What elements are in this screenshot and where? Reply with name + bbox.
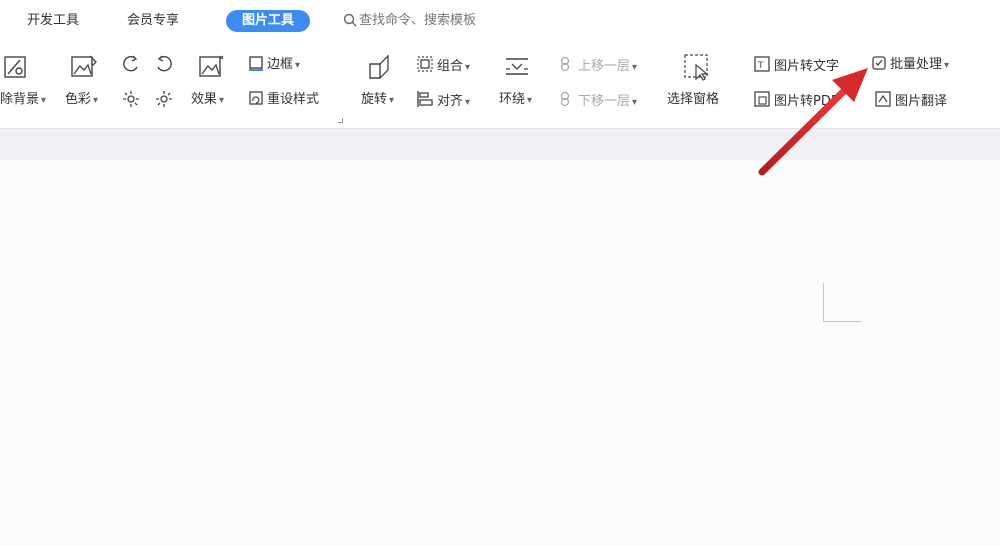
chevron-down-icon: ▾ [219, 95, 225, 106]
chevron-down-icon: ▾ [295, 60, 301, 71]
reset-style-button[interactable]: 重设样式 [248, 90, 319, 110]
send-backward-button[interactable]: 下移一层 ▾ [557, 90, 637, 110]
group-expand-marker[interactable] [338, 118, 343, 123]
red-arrow-annotation [758, 68, 868, 176]
send-backward-label: 下移一层 [578, 94, 631, 109]
tab-bar: 开发工具 会员专享 图片工具 查找命令、搜索模板 [0, 0, 1000, 42]
reset-style-label: 重设样式 [267, 92, 320, 107]
group-label: 组合 [437, 59, 464, 74]
effect-button[interactable]: 效果 ▾ [191, 90, 224, 110]
remove-background-button[interactable]: 除背景 ▾ [0, 90, 46, 110]
chevron-down-icon: ▾ [389, 95, 395, 106]
chevron-down-icon: ▾ [41, 95, 47, 106]
wrap-label: 环绕 [499, 92, 526, 107]
chevron-down-icon: ▾ [527, 95, 533, 106]
wrap-button[interactable]: 环绕 ▾ [499, 90, 532, 110]
reset-style-icon [249, 91, 263, 105]
remove-background-icon [4, 56, 26, 78]
effect-icon [199, 55, 224, 77]
rotate-icon [369, 54, 389, 79]
batch-process-label: 批量处理 [890, 57, 943, 72]
search-placeholder: 查找命令、搜索模板 [359, 13, 477, 28]
tab-dev-tools[interactable]: 开发工具 [27, 10, 79, 32]
chevron-down-icon: ▾ [632, 97, 638, 108]
page-corner-mark [823, 283, 862, 322]
effect-label: 效果 [191, 92, 218, 107]
rotate-left-icon[interactable] [121, 54, 141, 74]
bring-forward-label: 上移一层 [578, 59, 631, 74]
rotate-right-icon[interactable] [154, 54, 174, 74]
selection-pane-button[interactable]: 选择窗格 [667, 90, 719, 110]
document-canvas[interactable] [0, 160, 1000, 546]
chevron-down-icon: ▾ [632, 62, 638, 73]
brightness-icon[interactable] [121, 89, 141, 109]
chevron-down-icon: ▾ [465, 97, 471, 108]
chevron-down-icon: ▾ [465, 62, 471, 73]
group-button[interactable]: 组合 ▾ [416, 55, 470, 75]
chevron-down-icon: ▾ [944, 60, 950, 71]
chevron-down-icon: ▾ [93, 95, 99, 106]
border-label: 边框 [267, 57, 294, 72]
bring-forward-icon [560, 56, 570, 72]
color-button[interactable]: 色彩 ▾ [65, 90, 98, 110]
search-icon [343, 13, 357, 27]
rotate-label: 旋转 [361, 92, 388, 107]
border-button[interactable]: 边框 ▾ [248, 55, 300, 75]
picture-translate-label: 图片翻译 [895, 94, 948, 109]
batch-process-button[interactable]: 批量处理 ▾ [871, 55, 949, 75]
remove-background-label: 除背景 [0, 92, 40, 107]
tab-member[interactable]: 会员专享 [127, 10, 179, 32]
selection-pane-icon [684, 54, 709, 81]
bring-forward-button[interactable]: 上移一层 ▾ [557, 55, 637, 75]
picture-translate-button[interactable]: 图片翻译 [874, 90, 947, 110]
align-label: 对齐 [437, 94, 464, 109]
color-icon [71, 55, 97, 77]
rotate-button[interactable]: 旋转 ▾ [361, 90, 394, 110]
align-icon [417, 91, 433, 107]
align-button[interactable]: 对齐 ▾ [416, 90, 470, 110]
tab-picture-tools[interactable]: 图片工具 [226, 10, 311, 32]
group-icon [417, 56, 433, 72]
send-backward-icon [560, 91, 570, 107]
contrast-icon[interactable] [154, 89, 174, 109]
border-icon [249, 56, 263, 71]
wrap-icon [506, 58, 528, 75]
color-label: 色彩 [65, 92, 92, 107]
selection-pane-label: 选择窗格 [667, 92, 720, 107]
search-box[interactable]: 查找命令、搜索模板 [343, 10, 476, 32]
